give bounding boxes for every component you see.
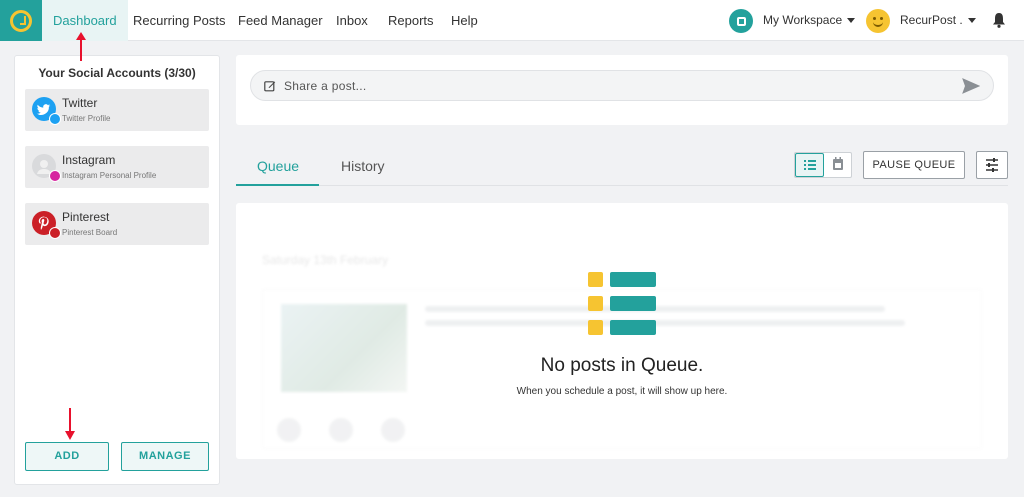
social-accounts-panel: Your Social Accounts (3/30) Twitter Twit… — [14, 55, 220, 485]
pinterest-icon — [49, 227, 61, 239]
nav-inbox[interactable]: Inbox — [336, 0, 368, 41]
manage-accounts-button[interactable]: MANAGE — [121, 442, 209, 471]
account-type: Pinterest Board — [62, 228, 118, 237]
nav-feed-manager[interactable]: Feed Manager — [238, 0, 323, 41]
nav-help[interactable]: Help — [451, 0, 478, 41]
caret-down-icon — [967, 18, 976, 24]
account-type: Twitter Profile — [62, 114, 111, 123]
nav-reports[interactable]: Reports — [388, 0, 434, 41]
share-post-input[interactable]: Share a post... — [250, 70, 994, 101]
empty-queue-subtitle: When you schedule a post, it will show u… — [516, 386, 728, 397]
account-instagram[interactable]: Instagram Instagram Personal Profile — [25, 146, 209, 188]
edit-icon — [264, 81, 276, 92]
pause-queue-button[interactable]: PAUSE QUEUE — [863, 151, 965, 179]
tab-history[interactable]: History — [341, 158, 385, 174]
calendar-view-button[interactable] — [824, 153, 852, 177]
caret-down-icon — [847, 18, 856, 24]
placeholder-line — [425, 320, 905, 326]
instagram-icon — [49, 170, 61, 182]
clock-logo-icon — [10, 9, 32, 32]
placeholder-avatar — [277, 418, 301, 442]
placeholder-avatar — [329, 418, 353, 442]
tabs-divider — [236, 185, 1008, 186]
empty-queue-icon — [588, 272, 656, 335]
annotation-arrow-down — [65, 408, 75, 440]
sliders-icon — [986, 158, 998, 172]
tab-queue[interactable]: Queue — [257, 158, 299, 174]
share-post-placeholder: Share a post... — [284, 79, 367, 93]
placeholder-date: Saturday 13th February — [262, 253, 389, 267]
empty-queue-title: No posts in Queue. — [540, 355, 704, 376]
workspace-icon[interactable] — [729, 9, 753, 33]
placeholder-image — [281, 304, 407, 392]
social-accounts-title: Your Social Accounts (3/30) — [38, 66, 196, 80]
account-name: Instagram — [62, 153, 116, 167]
user-avatar[interactable] — [866, 9, 890, 33]
account-pinterest[interactable]: Pinterest Pinterest Board — [25, 203, 209, 245]
composer-card: Share a post... — [236, 55, 1008, 125]
placeholder-avatar — [381, 418, 405, 442]
twitter-icon — [49, 113, 61, 125]
top-navigation-bar: Dashboard Recurring Posts Feed Manager I… — [0, 0, 1024, 41]
user-name: RecurPost . — [900, 13, 963, 27]
bell-icon[interactable] — [992, 12, 1006, 28]
recurpost-logo[interactable] — [0, 0, 42, 41]
annotation-arrow-up — [76, 32, 86, 61]
list-view-button[interactable] — [795, 153, 824, 177]
account-name: Twitter — [62, 96, 98, 110]
account-name: Pinterest — [62, 210, 110, 224]
list-icon — [804, 160, 816, 170]
calendar-icon — [833, 157, 843, 170]
user-dropdown[interactable]: RecurPost . — [900, 13, 976, 27]
send-icon[interactable] — [962, 78, 980, 94]
workspace-label: My Workspace — [763, 13, 843, 27]
add-account-button[interactable]: ADD — [25, 442, 109, 471]
queue-card: Saturday 13th February No posts in Queue… — [236, 203, 1008, 459]
view-toggle — [794, 152, 852, 178]
active-tab-indicator — [236, 184, 319, 186]
account-type: Instagram Personal Profile — [62, 171, 157, 180]
nav-recurring-posts[interactable]: Recurring Posts — [133, 0, 225, 41]
account-twitter[interactable]: Twitter Twitter Profile — [25, 89, 209, 131]
queue-settings-button[interactable] — [976, 151, 1008, 179]
workspace-dropdown[interactable]: My Workspace — [763, 13, 856, 27]
